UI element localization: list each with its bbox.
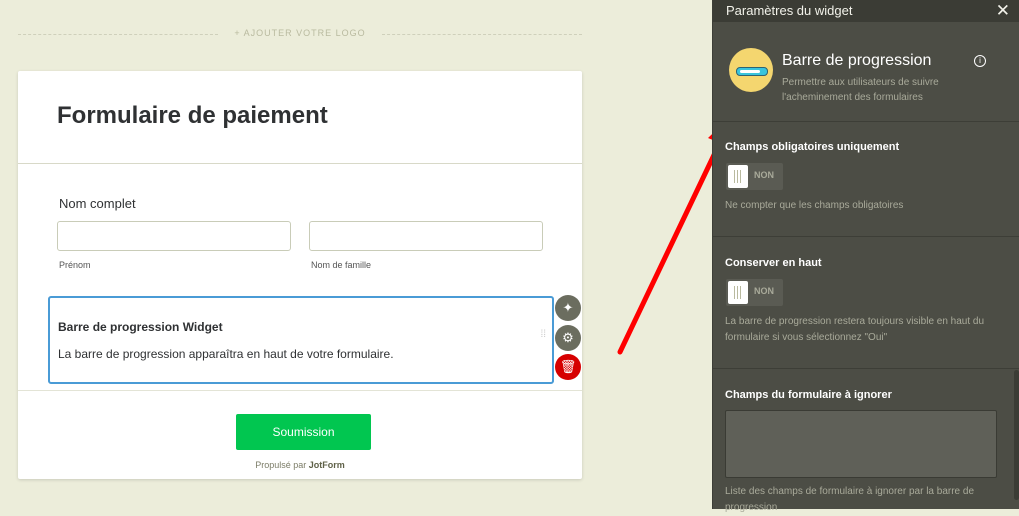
toggle-state: NON (754, 170, 774, 180)
add-logo-bar[interactable]: + AJOUTER VOTRE LOGO (18, 26, 582, 42)
keep-on-top-toggle[interactable]: NON (726, 279, 783, 306)
progress-bar-glyph (736, 67, 768, 76)
required-only-toggle[interactable]: NON (726, 163, 783, 190)
keep-on-top-help: La barre de progression restera toujours… (725, 316, 985, 343)
widget-field-description: La barre de progression apparaîtra en ha… (58, 347, 394, 361)
section-divider (713, 368, 1019, 369)
magic-wand-icon[interactable]: ✦ (555, 295, 581, 321)
first-name-input[interactable] (57, 221, 291, 251)
required-only-title: Champs obligatoires uniquement (725, 141, 900, 153)
section-divider (713, 236, 1019, 237)
powered-prefix: Propulsé par (255, 460, 307, 470)
gear-icon[interactable]: ⚙ (555, 325, 581, 351)
powered-by: Propulsé par JotForm (18, 460, 582, 470)
title-divider (18, 163, 582, 164)
last-name-sublabel: Nom de famille (311, 260, 372, 270)
submit-button[interactable]: Soumission (236, 414, 371, 450)
toggle-state: NON (754, 286, 774, 296)
required-only-help: Ne compter que les champs obligatoires (725, 200, 904, 211)
keep-on-top-title: Conserver en haut (725, 257, 822, 269)
last-name-input[interactable] (309, 221, 543, 251)
form-title[interactable]: Formulaire de paiement (57, 102, 328, 130)
panel-header: Paramètres du widget ✕ (713, 0, 1019, 22)
drag-handle-icon[interactable]: ⁞⁞ (540, 330, 546, 340)
logo-divider-right (382, 34, 582, 35)
widget-subtitle: Permettre aux utilisateurs de suivre l'a… (782, 77, 939, 103)
trash-icon[interactable]: 🗑 (555, 354, 581, 380)
section-divider (713, 121, 1019, 122)
add-logo-link[interactable]: + AJOUTER VOTRE LOGO (18, 28, 582, 38)
arrow-shaft (617, 131, 727, 355)
ignore-fields-title: Champs du formulaire à ignorer (725, 389, 892, 401)
full-name-label: Nom complet (59, 196, 136, 211)
info-icon[interactable]: i (974, 55, 986, 67)
toggle-knob (728, 281, 748, 304)
powered-brand: JotForm (308, 460, 345, 470)
widget-settings-panel: Paramètres du widget ✕ Barre de progress… (712, 0, 1019, 513)
ignore-fields-textarea[interactable] (725, 410, 997, 478)
widget-field-title: Barre de progression Widget (58, 320, 223, 334)
widget-name: Barre de progression (782, 52, 932, 69)
ignore-fields-help: Liste des champs de formulaire à ignorer… (725, 486, 975, 513)
field-divider (18, 390, 582, 391)
panel-title: Paramètres du widget (726, 3, 853, 18)
form-card: Formulaire de paiement Nom complet Préno… (18, 71, 582, 479)
first-name-sublabel: Prénom (59, 260, 91, 270)
toggle-knob (728, 165, 748, 188)
progress-widget-field[interactable]: Barre de progression Widget La barre de … (48, 296, 554, 384)
progress-bar-icon (729, 48, 773, 92)
panel-scrollbar[interactable] (1014, 370, 1019, 500)
close-icon[interactable]: ✕ (996, 1, 1010, 21)
